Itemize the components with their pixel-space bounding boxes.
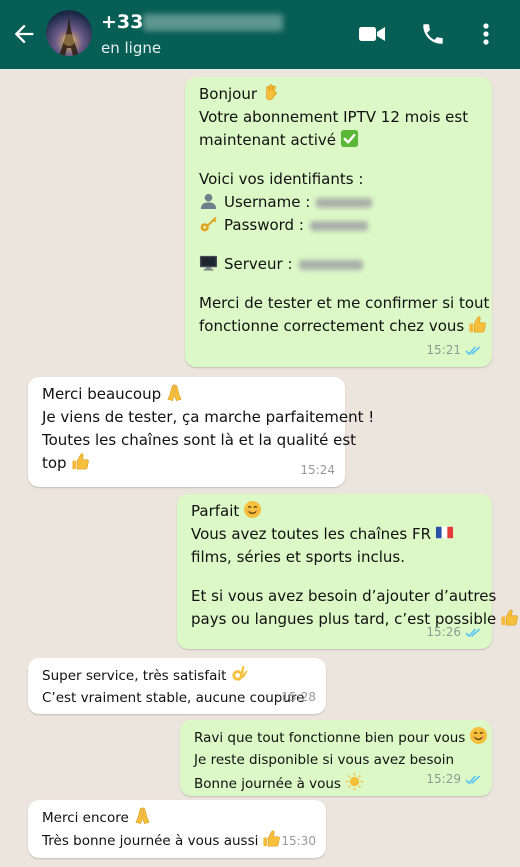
smiling-face-emoji bbox=[470, 726, 488, 745]
message-text: Voici vos identifiants : bbox=[199, 170, 364, 188]
double-check-icon bbox=[465, 346, 481, 356]
user-silhouette-emoji bbox=[200, 193, 217, 210]
thumbs-up-emoji bbox=[263, 830, 281, 847]
eiffel-tower-icon bbox=[59, 16, 79, 56]
contact-status: en ligne bbox=[101, 39, 162, 57]
message-text: Password : bbox=[224, 216, 304, 234]
message-time: 15:26 bbox=[426, 625, 461, 639]
message-text: Je reste disponible si vous avez besoin bbox=[194, 752, 455, 768]
message-text: Vous avez toutes les chaînes FR bbox=[191, 525, 432, 543]
message-time: 15:30 bbox=[281, 834, 316, 848]
check-mark-button-emoji bbox=[340, 129, 359, 148]
message-text: C’est vraiment stable, aucune coupure bbox=[42, 690, 305, 706]
desktop-computer-emoji bbox=[199, 255, 218, 271]
folded-hands-emoji bbox=[167, 384, 182, 401]
redacted-username bbox=[316, 197, 373, 208]
voice-call-icon[interactable] bbox=[420, 20, 446, 48]
message-text: Parfait bbox=[191, 502, 240, 520]
chat-header: +33 en ligne bbox=[0, 0, 520, 69]
message-text: Ravi que tout fonctionne bien pour vous bbox=[194, 730, 466, 746]
message-time: 15:28 bbox=[281, 690, 316, 704]
message-text: Très bonne journée à vous aussi bbox=[42, 833, 259, 849]
message-text: Et si vous avez besoin d’ajouter d’autre… bbox=[191, 587, 497, 605]
ok-hand-emoji bbox=[232, 665, 248, 681]
avatar[interactable] bbox=[46, 10, 92, 56]
message-meta: 15:21 bbox=[426, 339, 482, 362]
message-text: Bonne journée à vous bbox=[194, 776, 341, 792]
message-text: Bonjour bbox=[199, 85, 257, 103]
message-meta: 15:29 bbox=[426, 768, 482, 791]
thumbs-up-emoji bbox=[72, 453, 89, 470]
message-text: films, séries et sports inclus. bbox=[191, 548, 405, 566]
message-outgoing[interactable]: Bonjour Votre abonnement IPTV 12 mois es… bbox=[185, 77, 492, 367]
video-call-icon[interactable] bbox=[358, 20, 386, 48]
folded-hands-emoji bbox=[135, 807, 150, 824]
waving-hand-emoji bbox=[266, 84, 277, 101]
message-text: Votre abonnement IPTV 12 mois est bbox=[199, 108, 469, 126]
contact-number-redacted bbox=[143, 14, 283, 31]
double-check-icon bbox=[465, 628, 481, 638]
message-outgoing[interactable]: Ravi que tout fonctionne bien pour vous … bbox=[180, 720, 492, 796]
thumbs-up-emoji bbox=[469, 316, 486, 333]
sun-emoji bbox=[345, 772, 364, 791]
key-emoji bbox=[200, 216, 217, 232]
message-text: top bbox=[42, 454, 67, 472]
france-flag-emoji bbox=[435, 526, 454, 539]
message-meta: 15:24 bbox=[300, 459, 335, 482]
message-text: Merci de tester et me confirmer si tout bbox=[199, 294, 490, 312]
message-text: Serveur : bbox=[224, 255, 293, 273]
redacted-server bbox=[298, 259, 363, 270]
double-check-icon bbox=[465, 775, 481, 785]
message-time: 15:24 bbox=[300, 463, 335, 477]
message-meta: 15:30 bbox=[281, 830, 316, 853]
message-text: maintenant activé bbox=[199, 131, 337, 149]
message-text: Merci encore bbox=[42, 810, 129, 826]
message-outgoing[interactable]: Parfait Vous avez toutes les chaînes FR … bbox=[177, 494, 519, 649]
message-text: fonctionne correctement chez vous bbox=[199, 317, 465, 335]
message-meta: 15:26 bbox=[426, 621, 482, 644]
message-time: 15:21 bbox=[426, 343, 461, 357]
message-text: Toutes les chaînes sont là et la qualité… bbox=[42, 431, 357, 449]
thumbs-up-emoji bbox=[501, 609, 519, 626]
message-time: 15:29 bbox=[426, 772, 461, 786]
contact-number[interactable]: +33 bbox=[101, 11, 143, 33]
back-arrow-icon[interactable] bbox=[10, 20, 38, 48]
message-incoming[interactable]: Merci beaucoup Je viens de tester, ça ma… bbox=[28, 377, 374, 487]
message-text: Je viens de tester, ça marche parfaiteme… bbox=[42, 408, 375, 426]
message-text: Super service, très satisfait bbox=[42, 668, 227, 684]
message-incoming[interactable]: Merci encore Très bonne journée à vous a… bbox=[28, 800, 326, 858]
redacted-password bbox=[309, 220, 368, 231]
message-incoming[interactable]: Super service, très satisfait C’est vrai… bbox=[28, 658, 326, 714]
message-meta: 15:28 bbox=[281, 686, 316, 709]
message-text: Username : bbox=[224, 193, 311, 211]
smiling-face-emoji bbox=[244, 500, 262, 519]
menu-dots-icon[interactable] bbox=[478, 20, 494, 48]
message-text: Merci beaucoup bbox=[42, 385, 162, 403]
